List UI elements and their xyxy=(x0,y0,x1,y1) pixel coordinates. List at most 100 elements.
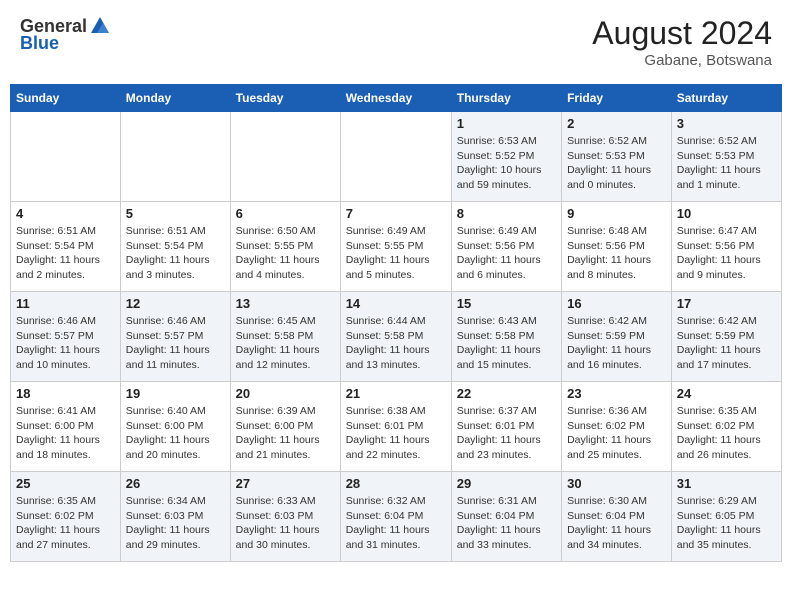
day-info: Sunrise: 6:51 AMSunset: 5:54 PMDaylight:… xyxy=(16,224,115,283)
month-year-title: August 2024 xyxy=(592,15,772,52)
day-info: Sunrise: 6:45 AMSunset: 5:58 PMDaylight:… xyxy=(236,314,335,373)
calendar-cell: 3 Sunrise: 6:52 AMSunset: 5:53 PMDaylight… xyxy=(671,112,781,202)
calendar-week-row: 1 Sunrise: 6:53 AMSunset: 5:52 PMDaylight… xyxy=(11,112,782,202)
calendar-cell: 5 Sunrise: 6:51 AMSunset: 5:54 PMDaylight… xyxy=(120,202,230,292)
calendar-cell: 9Sunrise: 6:48 AMSunset: 5:56 PMDaylight… xyxy=(562,202,672,292)
calendar-cell: 29 Sunrise: 6:31 AMSunset: 6:04 PMDayligh… xyxy=(451,472,561,562)
day-info: Sunrise: 6:52 AMSunset: 5:53 PMDaylight:… xyxy=(677,134,776,193)
day-info: Sunrise: 6:46 AMSunset: 5:57 PMDaylight:… xyxy=(16,314,115,373)
day-number: 17 xyxy=(677,296,776,311)
calendar-cell: 1 Sunrise: 6:53 AMSunset: 5:52 PMDaylight… xyxy=(451,112,561,202)
day-info: Sunrise: 6:51 AMSunset: 5:54 PMDaylight:… xyxy=(126,224,225,283)
day-info: Sunrise: 6:49 AMSunset: 5:56 PMDaylight:… xyxy=(457,224,556,283)
day-number: 4 xyxy=(16,206,115,221)
day-number: 2 xyxy=(567,116,666,131)
day-number: 19 xyxy=(126,386,225,401)
day-of-week-header: Saturday xyxy=(671,85,781,112)
day-info: Sunrise: 6:37 AMSunset: 6:01 PMDaylight:… xyxy=(457,404,556,463)
day-number: 6 xyxy=(236,206,335,221)
day-info: Sunrise: 6:42 AMSunset: 5:59 PMDaylight:… xyxy=(567,314,666,373)
day-number: 8 xyxy=(457,206,556,221)
day-info: Sunrise: 6:53 AMSunset: 5:52 PMDaylight:… xyxy=(457,134,556,193)
calendar-cell: 28Sunrise: 6:32 AMSunset: 6:04 PMDayligh… xyxy=(340,472,451,562)
day-info: Sunrise: 6:40 AMSunset: 6:00 PMDaylight:… xyxy=(126,404,225,463)
calendar-cell: 22Sunrise: 6:37 AMSunset: 6:01 PMDayligh… xyxy=(451,382,561,472)
calendar-week-row: 4 Sunrise: 6:51 AMSunset: 5:54 PMDaylight… xyxy=(11,202,782,292)
logo: General Blue xyxy=(20,15,111,54)
day-info: Sunrise: 6:41 AMSunset: 6:00 PMDaylight:… xyxy=(16,404,115,463)
day-number: 27 xyxy=(236,476,335,491)
calendar-week-row: 11 Sunrise: 6:46 AMSunset: 5:57 PMDayligh… xyxy=(11,292,782,382)
day-number: 1 xyxy=(457,116,556,131)
day-number: 7 xyxy=(346,206,446,221)
location-title: Gabane, Botswana xyxy=(592,52,772,69)
day-info: Sunrise: 6:30 AMSunset: 6:04 PMDaylight:… xyxy=(567,494,666,553)
day-of-week-header: Tuesday xyxy=(230,85,340,112)
day-info: Sunrise: 6:35 AMSunset: 6:02 PMDaylight:… xyxy=(16,494,115,553)
calendar-cell xyxy=(340,112,451,202)
calendar-cell: 19 Sunrise: 6:40 AMSunset: 6:00 PMDayligh… xyxy=(120,382,230,472)
calendar-cell: 14Sunrise: 6:44 AMSunset: 5:58 PMDayligh… xyxy=(340,292,451,382)
calendar-cell: 27Sunrise: 6:33 AMSunset: 6:03 PMDayligh… xyxy=(230,472,340,562)
day-info: Sunrise: 6:44 AMSunset: 5:58 PMDaylight:… xyxy=(346,314,446,373)
day-info: Sunrise: 6:39 AMSunset: 6:00 PMDaylight:… xyxy=(236,404,335,463)
day-of-week-header: Thursday xyxy=(451,85,561,112)
day-number: 25 xyxy=(16,476,115,491)
calendar-cell: 30 Sunrise: 6:30 AMSunset: 6:04 PMDayligh… xyxy=(562,472,672,562)
calendar-cell: 13 Sunrise: 6:45 AMSunset: 5:58 PMDayligh… xyxy=(230,292,340,382)
calendar-cell xyxy=(11,112,121,202)
calendar-header-row: SundayMondayTuesdayWednesdayThursdayFrid… xyxy=(11,85,782,112)
day-info: Sunrise: 6:34 AMSunset: 6:03 PMDaylight:… xyxy=(126,494,225,553)
day-number: 23 xyxy=(567,386,666,401)
day-number: 9 xyxy=(567,206,666,221)
calendar-cell: 10Sunrise: 6:47 AMSunset: 5:56 PMDayligh… xyxy=(671,202,781,292)
calendar-cell: 24 Sunrise: 6:35 AMSunset: 6:02 PMDayligh… xyxy=(671,382,781,472)
day-number: 16 xyxy=(567,296,666,311)
day-number: 3 xyxy=(677,116,776,131)
day-info: Sunrise: 6:43 AMSunset: 5:58 PMDaylight:… xyxy=(457,314,556,373)
day-number: 30 xyxy=(567,476,666,491)
calendar-cell: 21 Sunrise: 6:38 AMSunset: 6:01 PMDayligh… xyxy=(340,382,451,472)
day-info: Sunrise: 6:29 AMSunset: 6:05 PMDaylight:… xyxy=(677,494,776,553)
calendar-cell: 18 Sunrise: 6:41 AMSunset: 6:00 PMDayligh… xyxy=(11,382,121,472)
page-header: General Blue August 2024 Gabane, Botswan… xyxy=(10,10,782,74)
day-info: Sunrise: 6:38 AMSunset: 6:01 PMDaylight:… xyxy=(346,404,446,463)
day-number: 24 xyxy=(677,386,776,401)
calendar-cell: 7Sunrise: 6:49 AMSunset: 5:55 PMDaylight… xyxy=(340,202,451,292)
day-number: 29 xyxy=(457,476,556,491)
calendar-cell: 8 Sunrise: 6:49 AMSunset: 5:56 PMDaylight… xyxy=(451,202,561,292)
logo-icon xyxy=(89,15,111,37)
day-info: Sunrise: 6:35 AMSunset: 6:02 PMDaylight:… xyxy=(677,404,776,463)
calendar-cell: 15 Sunrise: 6:43 AMSunset: 5:58 PMDayligh… xyxy=(451,292,561,382)
day-number: 15 xyxy=(457,296,556,311)
day-number: 11 xyxy=(16,296,115,311)
day-info: Sunrise: 6:42 AMSunset: 5:59 PMDaylight:… xyxy=(677,314,776,373)
day-number: 21 xyxy=(346,386,446,401)
day-number: 10 xyxy=(677,206,776,221)
calendar-cell: 20 Sunrise: 6:39 AMSunset: 6:00 PMDayligh… xyxy=(230,382,340,472)
day-of-week-header: Friday xyxy=(562,85,672,112)
calendar-cell: 25 Sunrise: 6:35 AMSunset: 6:02 PMDayligh… xyxy=(11,472,121,562)
day-of-week-header: Wednesday xyxy=(340,85,451,112)
day-info: Sunrise: 6:32 AMSunset: 6:04 PMDaylight:… xyxy=(346,494,446,553)
calendar-cell: 16 Sunrise: 6:42 AMSunset: 5:59 PMDayligh… xyxy=(562,292,672,382)
day-number: 20 xyxy=(236,386,335,401)
calendar-cell: 12Sunrise: 6:46 AMSunset: 5:57 PMDayligh… xyxy=(120,292,230,382)
calendar-cell: 11 Sunrise: 6:46 AMSunset: 5:57 PMDayligh… xyxy=(11,292,121,382)
day-number: 5 xyxy=(126,206,225,221)
day-number: 26 xyxy=(126,476,225,491)
day-number: 12 xyxy=(126,296,225,311)
calendar-cell: 2 Sunrise: 6:52 AMSunset: 5:53 PMDaylight… xyxy=(562,112,672,202)
calendar-table: SundayMondayTuesdayWednesdayThursdayFrid… xyxy=(10,84,782,562)
day-number: 18 xyxy=(16,386,115,401)
calendar-cell: 4 Sunrise: 6:51 AMSunset: 5:54 PMDaylight… xyxy=(11,202,121,292)
day-info: Sunrise: 6:36 AMSunset: 6:02 PMDaylight:… xyxy=(567,404,666,463)
title-block: August 2024 Gabane, Botswana xyxy=(592,15,772,69)
calendar-week-row: 18 Sunrise: 6:41 AMSunset: 6:00 PMDayligh… xyxy=(11,382,782,472)
day-of-week-header: Sunday xyxy=(11,85,121,112)
day-info: Sunrise: 6:52 AMSunset: 5:53 PMDaylight:… xyxy=(567,134,666,193)
day-info: Sunrise: 6:31 AMSunset: 6:04 PMDaylight:… xyxy=(457,494,556,553)
calendar-cell: 31Sunrise: 6:29 AMSunset: 6:05 PMDayligh… xyxy=(671,472,781,562)
day-number: 13 xyxy=(236,296,335,311)
calendar-cell: 17 Sunrise: 6:42 AMSunset: 5:59 PMDayligh… xyxy=(671,292,781,382)
